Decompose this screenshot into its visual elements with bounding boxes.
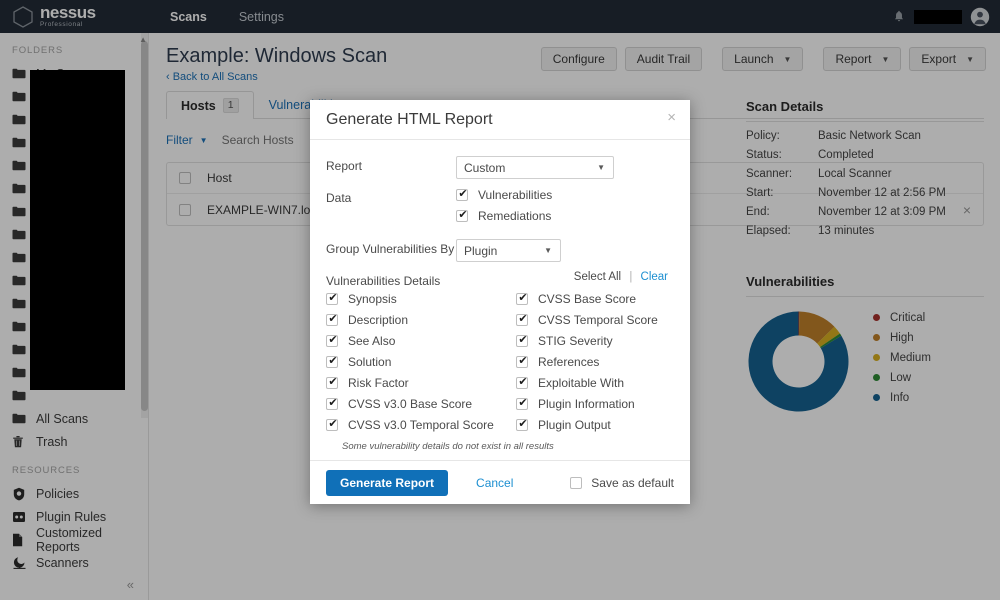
detail-option-plugin-information[interactable]: Plugin Information <box>516 396 674 411</box>
checkbox[interactable] <box>326 417 339 431</box>
detail-option-cvss-base-score[interactable]: CVSS Base Score <box>516 291 674 306</box>
checkbox[interactable] <box>326 375 339 389</box>
select-all-link[interactable]: Select All <box>574 271 621 283</box>
save-as-default-label: Save as default <box>591 475 674 490</box>
data-field-row: Data Vulnerabilities Remediations <box>310 187 690 230</box>
chevron-down-icon: ▼ <box>544 246 552 255</box>
checkbox[interactable] <box>516 312 529 326</box>
detail-option-see-also[interactable]: See Also <box>326 333 516 348</box>
dialog-title: Generate HTML Report <box>326 110 493 128</box>
checkbox[interactable] <box>326 333 339 347</box>
details-note: Some vulnerability details do not exist … <box>342 441 554 452</box>
checkbox[interactable] <box>326 291 339 305</box>
checkbox[interactable] <box>456 187 469 201</box>
checkbox-label: Synopsis <box>348 292 397 306</box>
detail-option-stig-severity[interactable]: STIG Severity <box>516 333 674 348</box>
checkbox[interactable] <box>516 354 529 368</box>
checkbox-label: Solution <box>348 355 392 369</box>
detail-option-description[interactable]: Description <box>326 312 516 327</box>
checkbox-label: See Also <box>348 334 396 348</box>
report-field-row: Report Custom ▼ <box>310 156 690 179</box>
checkbox-label: Plugin Information <box>538 397 635 411</box>
detail-option-synopsis[interactable]: Synopsis <box>326 291 516 306</box>
checkbox-label: Plugin Output <box>538 418 611 432</box>
close-icon[interactable]: × <box>667 110 676 125</box>
cancel-button[interactable]: Cancel <box>476 476 513 490</box>
detail-option-solution[interactable]: Solution <box>326 354 516 369</box>
checkbox-label: Remediations <box>478 209 552 223</box>
detail-option-references[interactable]: References <box>516 354 674 369</box>
generate-report-button[interactable]: Generate Report <box>326 469 449 496</box>
dialog-footer: Generate Report Cancel Save as default <box>310 460 690 504</box>
detail-option-exploitable-with[interactable]: Exploitable With <box>516 375 674 390</box>
save-as-default-row[interactable]: Save as default <box>570 476 674 490</box>
clear-link[interactable]: Clear <box>641 271 668 283</box>
select-value: Plugin <box>464 243 498 258</box>
detail-option-cvss-temporal-score[interactable]: CVSS Temporal Score <box>516 312 674 327</box>
checkbox-label: References <box>538 355 600 369</box>
link-separator: | <box>629 271 633 283</box>
checkbox[interactable] <box>516 375 529 389</box>
report-type-select[interactable]: Custom ▼ <box>456 156 614 179</box>
checkbox-label: CVSS v3.0 Temporal Score <box>348 418 494 432</box>
dialog-header: Generate HTML Report × <box>310 100 690 140</box>
details-header-row: Vulnerabilities Details Select All | Cle… <box>310 271 690 288</box>
data-option-remediations[interactable]: Remediations <box>456 208 674 223</box>
checkbox-label: Vulnerabilities <box>478 188 553 202</box>
data-label: Data <box>326 191 352 205</box>
vulnerability-details-checkbox-grid: Synopsis Description See Also Solution R… <box>310 291 690 439</box>
details-left-column: Synopsis Description See Also Solution R… <box>326 291 516 439</box>
checkbox-label: STIG Severity <box>538 334 613 348</box>
vulnerabilities-details-label: Vulnerabilities Details <box>326 274 441 288</box>
group-by-field-row: Group Vulnerabilities By Plugin ▼ <box>310 239 690 262</box>
checkbox-label: CVSS Base Score <box>538 292 637 306</box>
checkbox[interactable] <box>456 208 469 222</box>
checkbox[interactable] <box>516 333 529 347</box>
checkbox-label: Description <box>348 313 409 327</box>
details-right-column: CVSS Base Score CVSS Temporal Score STIG… <box>516 291 674 439</box>
dialog-body: Report Custom ▼ Data Vulnerabilities Rem… <box>310 140 690 452</box>
detail-option-risk-factor[interactable]: Risk Factor <box>326 375 516 390</box>
checkbox[interactable] <box>516 291 529 305</box>
detail-option-plugin-output[interactable]: Plugin Output <box>516 417 674 432</box>
checkbox[interactable] <box>516 417 529 431</box>
checkbox-label: CVSS Temporal Score <box>538 313 658 327</box>
generate-html-report-dialog: Generate HTML Report × Report Custom ▼ D… <box>310 100 690 504</box>
chevron-down-icon: ▼ <box>597 163 605 172</box>
group-by-select[interactable]: Plugin ▼ <box>456 239 561 262</box>
checkbox-label: CVSS v3.0 Base Score <box>348 397 473 411</box>
data-option-vulnerabilities[interactable]: Vulnerabilities <box>456 187 674 202</box>
save-as-default-checkbox[interactable] <box>570 476 583 489</box>
select-value: Custom <box>464 160 506 175</box>
detail-option-cvss-v3-base-score[interactable]: CVSS v3.0 Base Score <box>326 396 516 411</box>
checkbox[interactable] <box>326 312 339 326</box>
checkbox[interactable] <box>516 396 529 410</box>
detail-option-cvss-v3-temporal-score[interactable]: CVSS v3.0 Temporal Score <box>326 417 516 432</box>
checkbox[interactable] <box>326 396 339 410</box>
checkbox[interactable] <box>326 354 339 368</box>
report-label: Report <box>326 159 363 173</box>
checkbox-label: Risk Factor <box>348 376 409 390</box>
checkbox-label: Exploitable With <box>538 376 625 390</box>
group-vulnerabilities-by-label: Group Vulnerabilities By <box>326 242 455 256</box>
